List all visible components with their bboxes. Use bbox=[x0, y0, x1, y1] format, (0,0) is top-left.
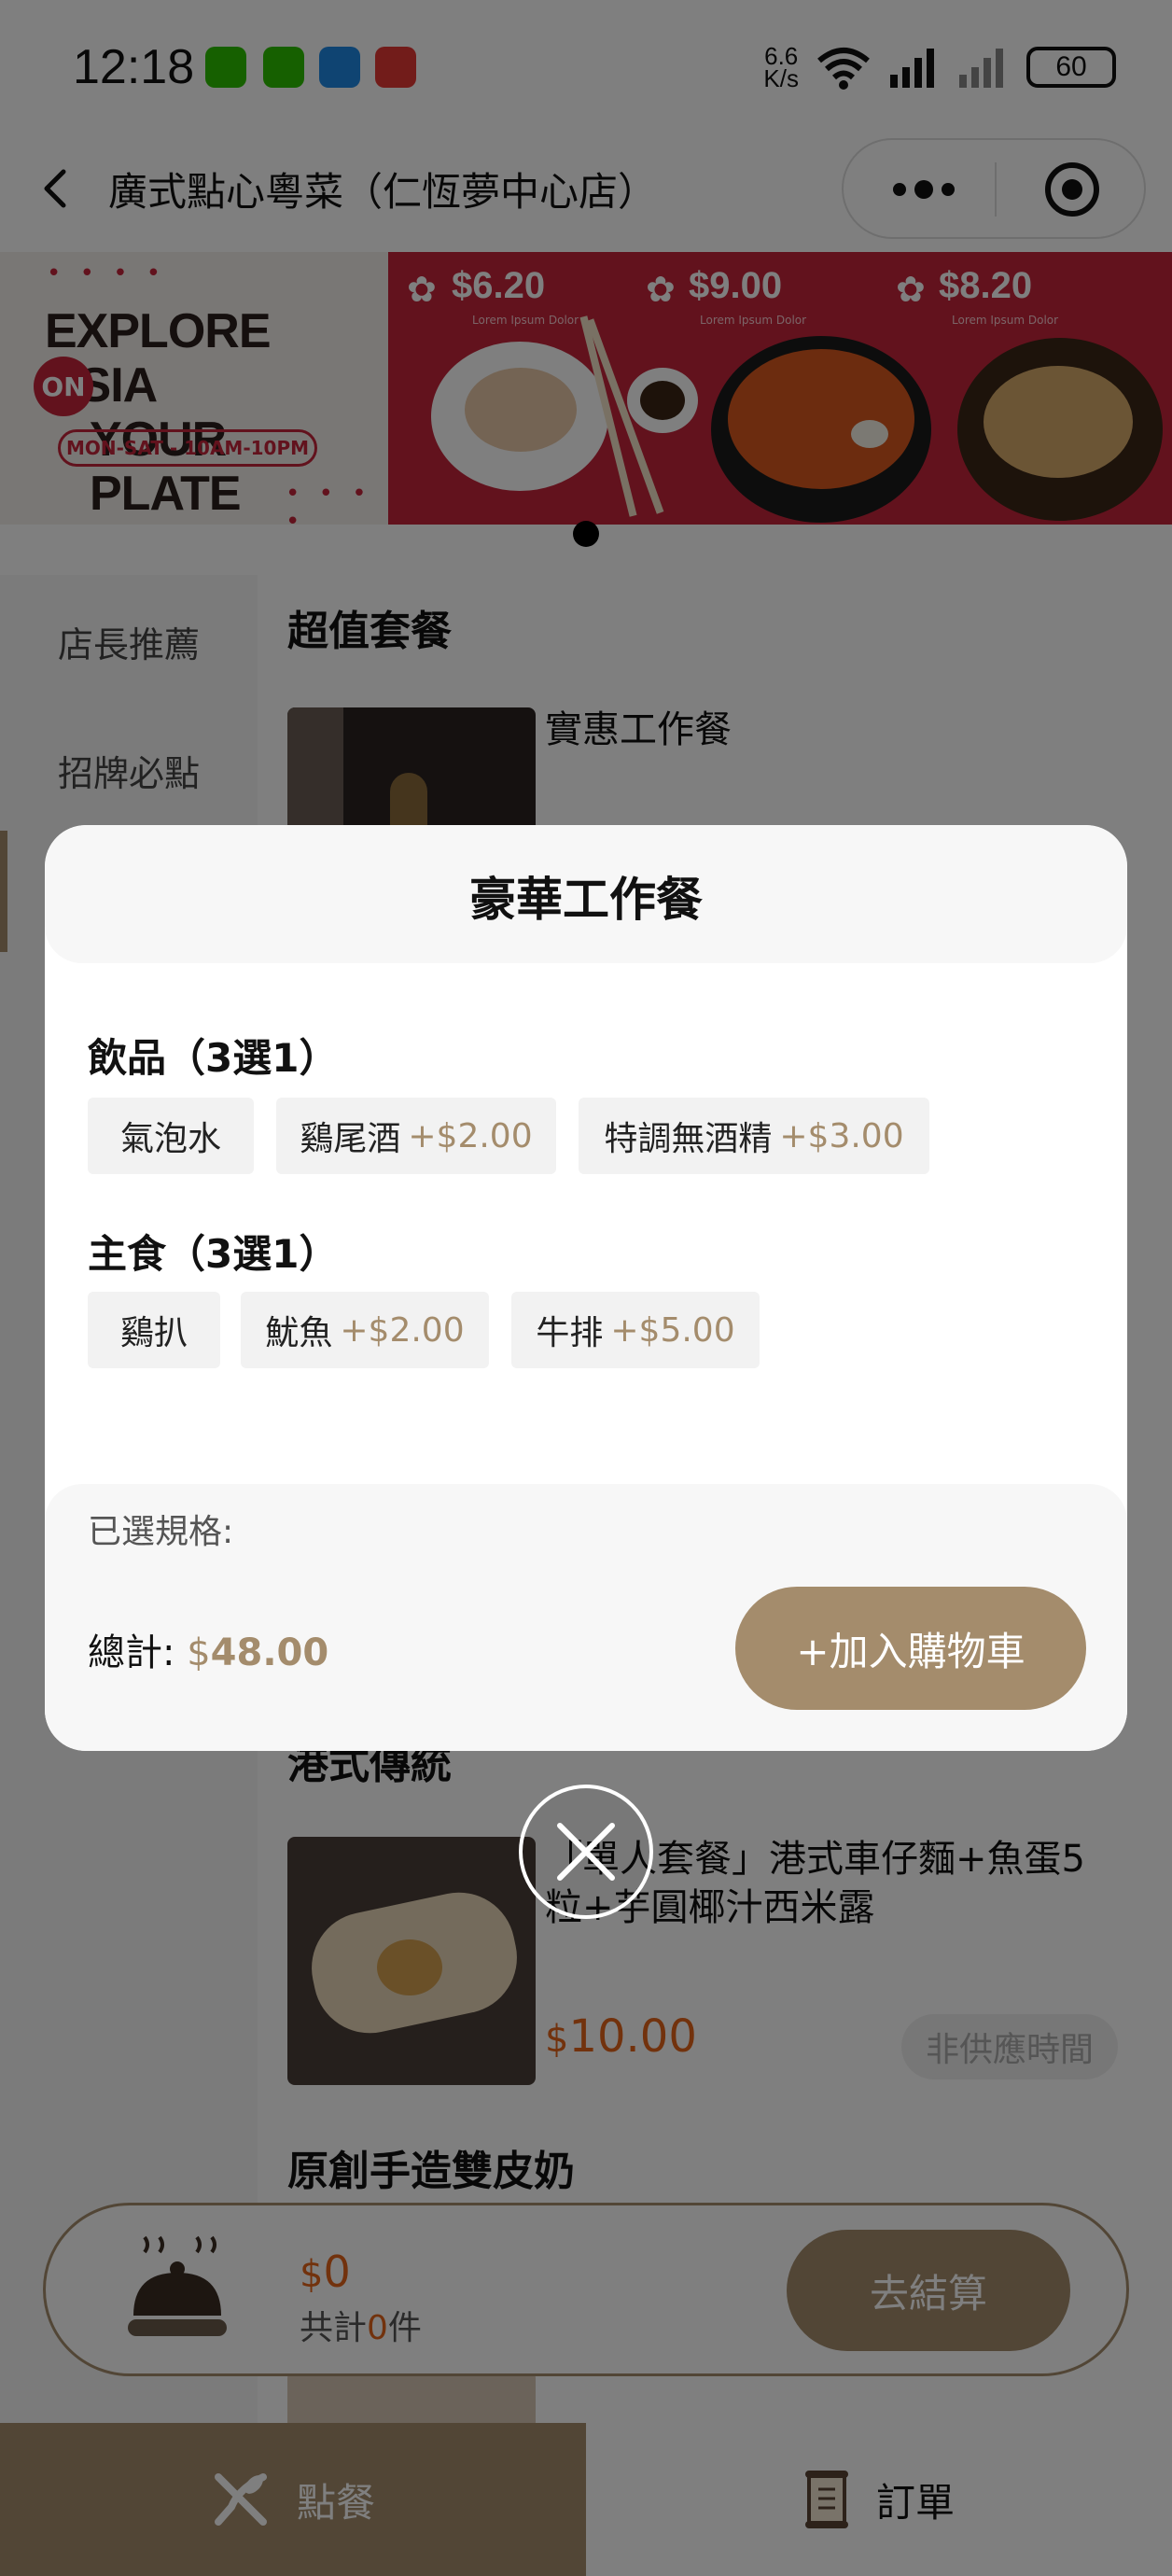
option-extra-price: +$3.00 bbox=[779, 1116, 904, 1155]
total-price: $48.00 bbox=[187, 1631, 328, 1674]
option-name: 鷄扒 bbox=[119, 1314, 188, 1352]
total-row: 總計: $48.00 bbox=[88, 1622, 328, 1676]
option-name: 牛排 bbox=[536, 1314, 604, 1352]
total-value: 48.00 bbox=[210, 1631, 329, 1674]
close-modal-button[interactable] bbox=[519, 1785, 653, 1919]
total-label: 總計: bbox=[88, 1631, 175, 1674]
option-squid[interactable]: 魷魚 +$2.00 bbox=[241, 1292, 489, 1368]
option-name: 氣泡水 bbox=[119, 1120, 221, 1158]
option-group-title: 飲品（3選1） bbox=[88, 1035, 339, 1081]
option-mocktail[interactable]: 特調無酒精 +$3.00 bbox=[579, 1098, 929, 1174]
modal-footer: 已選規格: 總計: $48.00 +加入購物車 bbox=[45, 1484, 1127, 1751]
total-currency: $ bbox=[187, 1631, 211, 1674]
option-name: 特調無酒精 bbox=[604, 1120, 773, 1158]
option-extra-price: +$5.00 bbox=[610, 1310, 735, 1350]
spec-modal: 豪華工作餐 飲品（3選1） 氣泡水 鷄尾酒 +$2.00 特調無酒精 +$3.00 … bbox=[45, 825, 1127, 1751]
option-name: 魷魚 bbox=[265, 1314, 333, 1352]
option-chicken-steak[interactable]: 鷄扒 bbox=[88, 1292, 220, 1368]
option-cocktail[interactable]: 鷄尾酒 +$2.00 bbox=[276, 1098, 556, 1174]
selected-spec-label: 已選規格: bbox=[88, 1513, 234, 1551]
option-extra-price: +$2.00 bbox=[408, 1116, 533, 1155]
add-to-cart-button[interactable]: +加入購物車 bbox=[735, 1587, 1086, 1710]
modal-title: 豪華工作餐 bbox=[469, 873, 703, 927]
option-beef-steak[interactable]: 牛排 +$5.00 bbox=[511, 1292, 760, 1368]
option-sparkling-water[interactable]: 氣泡水 bbox=[88, 1098, 254, 1174]
option-name: 鷄尾酒 bbox=[300, 1120, 401, 1158]
option-extra-price: +$2.00 bbox=[340, 1310, 465, 1350]
close-icon bbox=[557, 1823, 615, 1881]
option-group-title: 主食（3選1） bbox=[88, 1231, 339, 1277]
